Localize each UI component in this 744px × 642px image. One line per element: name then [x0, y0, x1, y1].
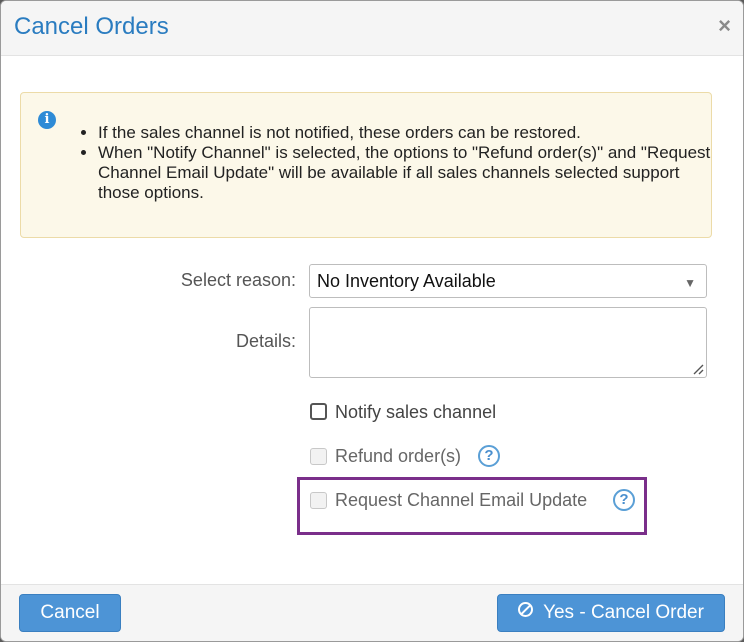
caret-down-icon: ▼ — [684, 276, 696, 290]
dialog-header: Cancel Orders × — [1, 1, 743, 56]
cancel-button-label: Cancel — [40, 602, 100, 623]
reason-select-value: No Inventory Available — [317, 271, 496, 291]
info-item: When "Notify Channel" is selected, the o… — [98, 143, 711, 203]
resize-grip-icon[interactable] — [692, 363, 704, 375]
cancel-orders-dialog: Cancel Orders × i If the sales channel i… — [0, 0, 744, 642]
refund-orders-checkbox[interactable] — [310, 448, 327, 465]
dialog-title: Cancel Orders — [14, 13, 169, 40]
close-icon[interactable]: × — [718, 15, 731, 37]
info-alert: i If the sales channel is not notified, … — [20, 92, 712, 238]
reason-select[interactable]: No Inventory Available ▼ — [309, 264, 707, 298]
cancel-button[interactable]: Cancel — [19, 594, 121, 632]
notify-channel-label[interactable]: Notify sales channel — [335, 402, 496, 423]
dialog-footer: Cancel Yes - Cancel Order — [1, 584, 743, 641]
select-reason-label: Select reason: — [180, 270, 296, 290]
refund-help-icon[interactable]: ? — [478, 445, 500, 467]
details-textarea[interactable] — [309, 307, 707, 378]
notify-channel-checkbox[interactable] — [310, 403, 327, 420]
details-label: Details: — [235, 331, 296, 351]
confirm-button-label: Yes - Cancel Order — [543, 602, 704, 623]
info-item: If the sales channel is not notified, th… — [98, 123, 711, 143]
info-list: If the sales channel is not notified, th… — [21, 123, 711, 203]
ban-icon — [518, 602, 534, 617]
highlight-box — [297, 477, 647, 535]
refund-orders-label: Refund order(s) — [335, 446, 462, 466]
confirm-cancel-order-button[interactable]: Yes - Cancel Order — [497, 594, 725, 632]
